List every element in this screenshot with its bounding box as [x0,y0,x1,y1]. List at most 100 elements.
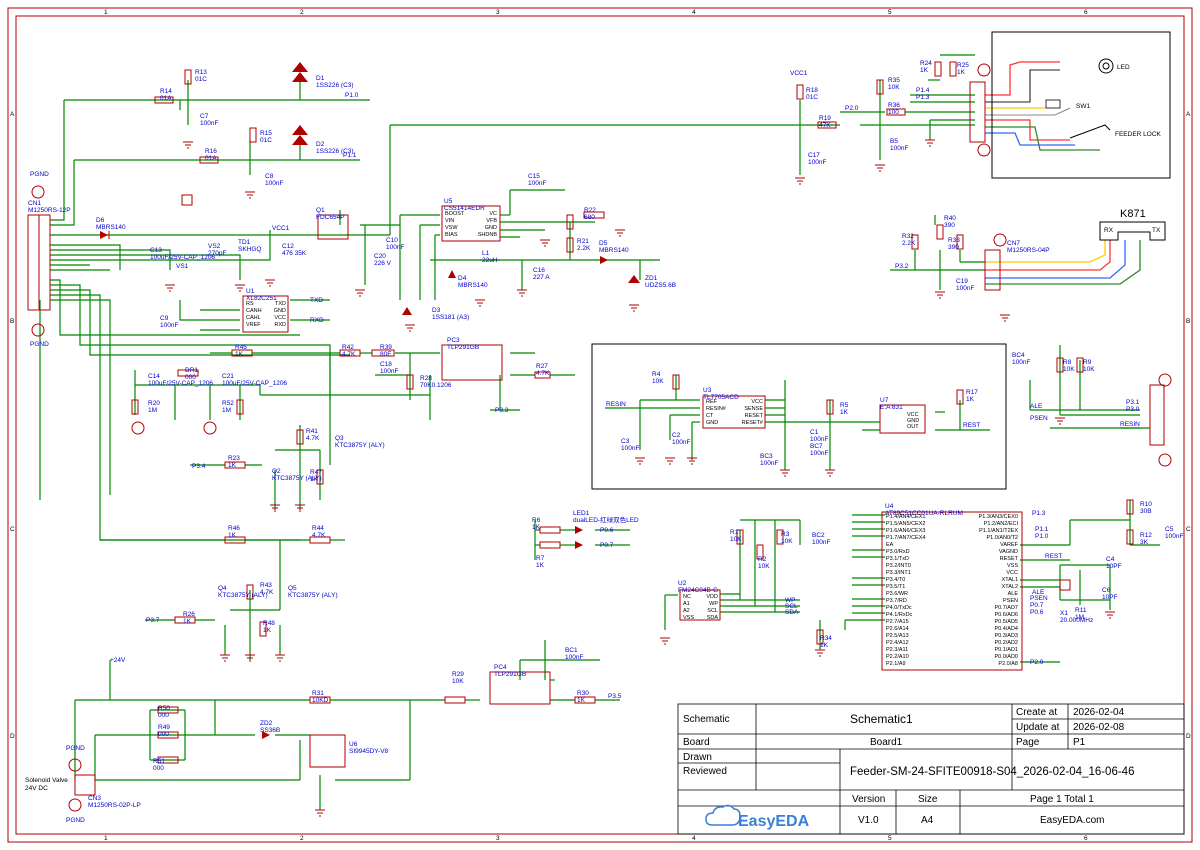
net-p13: P1.3 [916,94,930,101]
component-ref-u7: U7 [880,397,889,404]
connector-cn1 [27,214,51,311]
component-value-q3: KTC3875Y (ALY) [335,442,385,449]
component-ref-r46: R46 [228,525,240,532]
component-value-bc2: 100nF [812,539,830,546]
component-ref-c16: C16 [533,267,545,274]
tb-schematic-name: Schematic1 [850,712,913,726]
component-ref-q5: Q5 [288,585,297,592]
tb-page-value: P1 [1073,737,1086,748]
component-ref-l1: L1 [482,250,490,257]
u4-pin-left: P1.7/AN7/CEX4 [886,535,925,541]
tb-board-name: Board1 [870,737,903,748]
component-ref-c13: C13 [150,247,162,254]
u4-pin-right: P0.0/AD0 [994,654,1018,660]
component-ref-x1: X1 [1060,610,1068,617]
component-value-r22: 680 [584,214,595,221]
component-value-r52: 1M [222,407,231,414]
col-label: 1 [104,835,108,842]
component-ref-zd2: ZD2 [260,720,273,727]
component-ref-r40: R40 [944,215,956,222]
component-ref-pc4: PC4 [494,664,507,671]
u4-pin-left: EA [886,542,894,548]
component-value-d6: MBRS140 [96,224,126,231]
u4-pin-left: P4.1/RxDc [886,612,913,618]
component-value-r31: 10KD [312,697,329,704]
component-ref-r17: R17 [966,389,978,396]
component-value-c2: 100nF [672,439,690,446]
u1-pin: TXD [275,301,286,307]
u5-pin: VC [489,211,497,217]
tb-drawn-label: Drawn [683,752,712,763]
component-ref-bc2: BC2 [812,532,825,539]
component-ref-r47: R47 [310,469,322,476]
net-rest-2: REST [1045,553,1062,560]
u3-pin: RESET [745,413,764,419]
net-pgnd-3: PGND [66,745,85,752]
u4-pin-right: P1.1/AN1/T2EX [979,528,1018,534]
u4-pin-right: P0.1/AD1 [994,647,1018,653]
tb-size-label: Size [918,794,938,805]
u4-pin-left: P2.2/A10 [886,654,909,660]
component-ref-d6: D6 [96,217,105,224]
u4-pin-left: P3.4/T0 [886,577,905,583]
col-label: 6 [1084,835,1088,842]
row-label: C [10,526,15,533]
component-value-r25: 1K [957,69,966,76]
tb-version-label: Version [852,794,885,805]
net-p10-2: P1.0 [1035,533,1049,540]
easyeda-logo-icon [705,804,741,826]
component-ref-c19: C19 [956,278,968,285]
component-ref-r27: R27 [536,363,548,370]
component-value-zd1: UDZS5.6B [645,282,676,289]
component-ref-c20: C20 [374,253,386,260]
net-resin: RESIN [606,401,626,408]
component-ref-r14: R14 [160,88,172,95]
component-ref-r33: R33 [948,237,960,244]
connector-cn-m1250rs-07p [1149,384,1165,446]
row-label: B [1186,318,1190,325]
component-value-r5: 1K [840,409,849,416]
component-ref-c5: C5 [1165,526,1174,533]
row-label: A [10,111,15,118]
tb-board-label: Board [683,737,710,748]
col-label: 2 [300,835,304,842]
net-ale: ALE [1030,403,1043,410]
net-pgnd-2: PGND [30,341,49,348]
component-value-r2: 10K [758,563,770,570]
component-value-c17: 100nF [808,159,826,166]
reset-subcircuit-frame [591,343,1007,490]
component-ref-r3: R3 [781,531,790,538]
u4-pin-left: P3.7/RD [886,598,907,604]
col-label: 3 [496,835,500,842]
component-value-bc3: 100nF [760,460,778,467]
component-value-c20: 226 V [374,260,392,267]
u4-pin-left: P2.6/A14 [886,626,909,632]
component-value-bc7: 100nF [810,450,828,457]
u4-pin-right: P0.5/AD5 [994,619,1018,625]
component-ref-r19: R19 [819,115,831,122]
component-ref-r34: R34 [820,635,832,642]
component-ref-r20: R20 [148,400,160,407]
solenoid-note: Solenoid Valve 24V DC [25,777,68,792]
component-value-d1: 1SS226 (C3) [316,82,354,89]
component-value-c13: 100uF/25V-CAP_1206 [150,254,215,261]
component-ref-r4: R4 [652,371,661,378]
u1-pin: RXD [274,322,286,328]
component-value-r30: 1K [577,697,586,704]
tb-file-name: Feeder-SM-24-SFITE00918-S04_2026-02-04_1… [850,766,1134,778]
net-p20-2: P2.0 [1030,659,1044,666]
component-ref-c8: C8 [265,173,274,180]
u3-pin: REF [706,399,718,405]
u3-pin: CT [706,413,714,419]
col-label: 3 [496,9,500,16]
component-ref-u3: U3 [703,387,712,394]
tb-page-total: Page 1 Total 1 [1030,794,1094,805]
component-value-cn7: M1250RS-04P [1007,247,1050,254]
component-value-r16: 01A [205,155,217,162]
component-ref-r13: R13 [195,69,207,76]
component-value-r36: 100 [888,109,899,116]
tb-create-label: Create at [1016,707,1057,718]
component-ref-r2: R2 [758,556,767,563]
component-ref-c12: C12 [282,243,294,250]
component-value-r26: 1K [183,618,192,625]
